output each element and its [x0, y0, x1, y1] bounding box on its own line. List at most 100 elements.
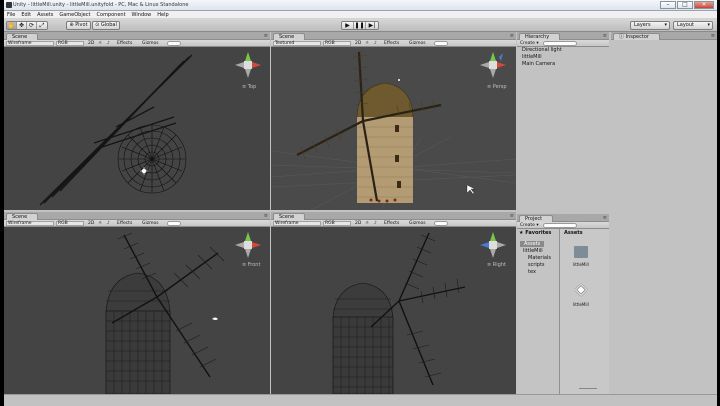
scene-viewport-right[interactable]: ≡ Right	[271, 227, 516, 394]
global-toggle[interactable]: ⊙ Global	[92, 21, 120, 30]
scale-tool-icon[interactable]: ⤢	[37, 22, 47, 29]
hierarchy-item[interactable]: Main Camera	[522, 61, 555, 67]
render-mode-dropdown[interactable]: Wireframe	[6, 41, 54, 46]
tree-item[interactable]: scripts	[528, 262, 545, 268]
lighting-icon[interactable]: ☼	[97, 221, 103, 226]
layout-dropdown[interactable]: Layout ▾	[673, 21, 713, 30]
scene-search-input[interactable]	[167, 41, 181, 46]
panel-menu-icon[interactable]: ≡	[264, 33, 268, 39]
folder-icon[interactable]	[574, 246, 588, 258]
scene-tab[interactable]: Scene	[273, 33, 306, 40]
color-mode-dropdown[interactable]: RGB	[323, 221, 351, 226]
panel-menu-icon[interactable]: ≡	[711, 33, 715, 39]
2d-toggle[interactable]: 2D	[354, 41, 362, 46]
global-label: Global	[100, 22, 117, 28]
2d-toggle[interactable]: 2D	[87, 221, 95, 226]
scene-viewport-front[interactable]: ≡ Front	[4, 227, 270, 394]
layers-label: Layers	[634, 22, 651, 28]
audio-icon[interactable]: ♪	[373, 221, 378, 226]
render-mode-dropdown[interactable]: Textured	[273, 41, 321, 46]
scene-search-input[interactable]	[434, 221, 448, 226]
hierarchy-create-dropdown[interactable]: Create ▾	[519, 41, 540, 46]
menu-help[interactable]: Help	[154, 11, 171, 18]
effects-dropdown[interactable]: Effects	[383, 221, 400, 226]
audio-icon[interactable]: ♪	[106, 41, 111, 46]
color-mode-dropdown[interactable]: RGB	[56, 41, 84, 46]
tree-item[interactable]: tex	[528, 269, 536, 275]
menu-assets[interactable]: Assets	[34, 11, 56, 18]
view-name: Persp	[492, 84, 507, 90]
scene-viewport-persp[interactable]: ≡ Persp	[271, 47, 516, 210]
lighting-icon[interactable]: ☼	[97, 41, 103, 46]
view-label-front: ≡ Front	[242, 262, 261, 268]
2d-toggle[interactable]: 2D	[87, 41, 95, 46]
gizmos-dropdown[interactable]: Gizmos	[408, 41, 427, 46]
zoom-slider[interactable]	[579, 388, 597, 389]
menu-gameobject[interactable]: GameObject	[56, 11, 93, 18]
pivot-toggle[interactable]: ⊕ Pivot	[66, 21, 91, 30]
maximize-button[interactable]: □	[677, 1, 693, 9]
scene-search-input[interactable]	[434, 41, 448, 46]
panel-menu-icon[interactable]: ≡	[603, 33, 607, 39]
lighting-icon[interactable]: ☼	[364, 221, 370, 226]
menu-window[interactable]: Window	[129, 11, 155, 18]
hierarchy-item[interactable]: littleMill	[522, 54, 542, 60]
rotate-tool-icon[interactable]: ⟳	[27, 22, 37, 29]
favorites-header[interactable]: ★ Favorites	[519, 230, 551, 236]
create-label: Create	[520, 223, 535, 228]
inspector-tab[interactable]: ⓘ Inspector	[613, 33, 660, 40]
lighting-icon[interactable]: ☼	[364, 41, 370, 46]
color-mode-dropdown[interactable]: RGB	[56, 221, 84, 226]
pivot-label: Pivot	[75, 22, 88, 28]
effects-dropdown[interactable]: Effects	[116, 41, 133, 46]
hand-tool-icon[interactable]: ✋	[7, 22, 17, 29]
project-tab[interactable]: Project	[519, 215, 554, 222]
hierarchy-search-input[interactable]	[543, 41, 577, 46]
project-create-dropdown[interactable]: Create ▾	[519, 223, 540, 228]
hierarchy-list: Directional light littleMill Main Camera	[517, 47, 609, 212]
play-icon[interactable]: ▶	[342, 22, 354, 29]
effects-dropdown[interactable]: Effects	[116, 221, 133, 226]
windmill-textured-persp	[271, 51, 516, 210]
minimize-button[interactable]: –	[660, 1, 676, 9]
panel-menu-icon[interactable]: ≡	[510, 213, 514, 219]
panel-menu-icon[interactable]: ≡	[510, 33, 514, 39]
scene-viewport-top[interactable]: ≡ Top	[4, 47, 270, 210]
hierarchy-item[interactable]: Directional light	[522, 47, 562, 53]
2d-toggle[interactable]: 2D	[354, 221, 362, 226]
tree-item[interactable]: Materials	[528, 255, 551, 261]
effects-dropdown[interactable]: Effects	[383, 41, 400, 46]
pause-icon[interactable]: ❚❚	[354, 22, 366, 29]
audio-icon[interactable]: ♪	[106, 221, 111, 226]
star-icon: ★	[519, 230, 524, 236]
unity-scene-icon[interactable]: ◈	[572, 280, 590, 298]
project-search-input[interactable]	[543, 223, 577, 228]
scene-control-bar: Textured RGB 2D ☼ ♪ Effects Gizmos	[271, 40, 516, 47]
scene-tab[interactable]: Scene	[6, 33, 39, 40]
render-mode-dropdown[interactable]: Wireframe	[273, 221, 321, 226]
hierarchy-tab[interactable]: Hierarchy	[519, 33, 561, 40]
gizmos-dropdown[interactable]: Gizmos	[141, 221, 160, 226]
menu-edit[interactable]: Edit	[18, 11, 34, 18]
tree-item[interactable]: littleMill	[523, 248, 543, 254]
menu-component[interactable]: Component	[94, 11, 129, 18]
gizmos-dropdown[interactable]: Gizmos	[141, 41, 160, 46]
scene-tab[interactable]: Scene	[6, 213, 39, 220]
inspector-label: Inspector	[625, 34, 649, 40]
layers-dropdown[interactable]: Layers ▾	[630, 21, 670, 30]
tree-item-assets[interactable]: Assets	[520, 241, 545, 247]
windmill-wireframe-right	[332, 232, 506, 394]
scene-tab[interactable]: Scene	[273, 213, 306, 220]
color-mode-dropdown[interactable]: RGB	[323, 41, 351, 46]
render-mode-dropdown[interactable]: Wireframe	[6, 221, 54, 226]
move-tool-icon[interactable]: ✥	[17, 22, 27, 29]
scene-search-input[interactable]	[167, 221, 181, 226]
step-icon[interactable]: ▶|	[366, 22, 378, 29]
menu-file[interactable]: File	[4, 11, 18, 18]
panel-menu-icon[interactable]: ≡	[603, 215, 607, 221]
main-toolbar: ✋ ✥ ⟳ ⤢ ⊕ Pivot ⊙ Global ▶ ❚❚ ▶| Layers ▾…	[4, 19, 717, 32]
audio-icon[interactable]: ♪	[373, 41, 378, 46]
gizmos-dropdown[interactable]: Gizmos	[408, 221, 427, 226]
close-button[interactable]: ×	[694, 1, 714, 9]
panel-menu-icon[interactable]: ≡	[264, 213, 268, 219]
